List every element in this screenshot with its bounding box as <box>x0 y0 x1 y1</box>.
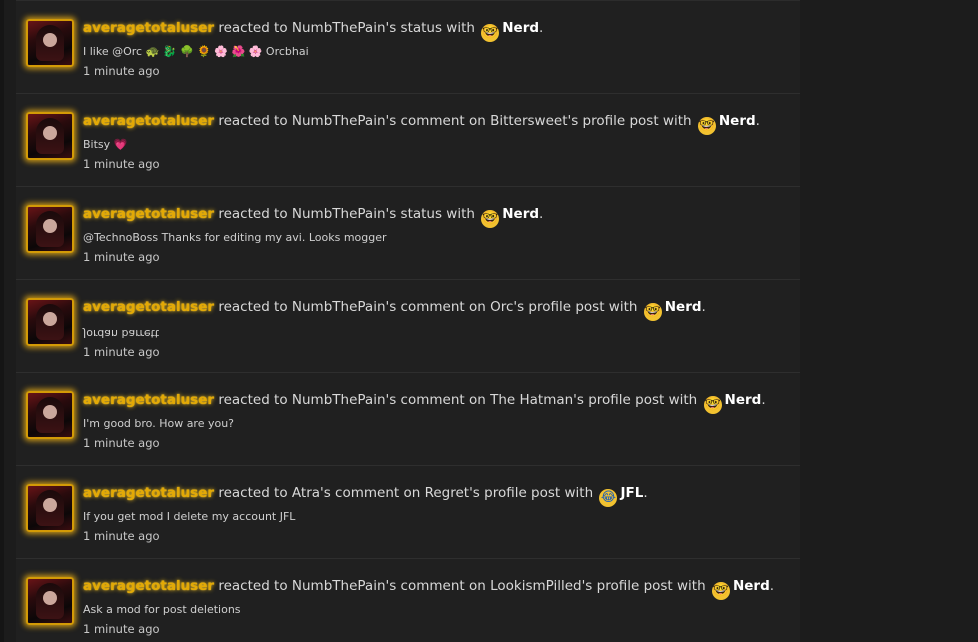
content-snippet[interactable]: I'm good bro. How are you? <box>83 416 790 432</box>
reaction-name: Nerd <box>732 578 770 594</box>
alert-description: reacted to Atra's comment on Regret's pr… <box>218 485 594 501</box>
nerd-face-icon: 🤓 <box>481 24 500 42</box>
username-link[interactable]: averagetotaluser <box>83 299 214 315</box>
reaction-name: Nerd <box>502 206 540 222</box>
username-link[interactable]: averagetotaluser <box>83 392 214 408</box>
content-snippet[interactable]: @TechnoBoss Thanks for editing my avi. L… <box>83 230 790 246</box>
username-link[interactable]: averagetotaluser <box>83 485 214 501</box>
reaction-name: Nerd <box>664 299 702 315</box>
alert-description: reacted to NumbThePain's comment on Orc'… <box>218 299 638 315</box>
alert-text: averagetotaluser reacted to NumbThePain'… <box>83 20 544 42</box>
timestamp[interactable]: 1 minute ago <box>83 249 790 265</box>
timestamp[interactable]: 1 minute ago <box>83 621 790 637</box>
reaction-name: Nerd <box>724 392 762 408</box>
nerd-face-icon: 🤓 <box>643 303 662 321</box>
content-snippet[interactable]: I like @Orc 🐢 🐉 🌳 🌻 🌸 🌺 🌸 Orcbhai <box>83 44 790 60</box>
alert-description: reacted to NumbThePain's status with <box>218 20 475 36</box>
alert-item[interactable]: averagetotaluser reacted to NumbThePain'… <box>16 94 800 187</box>
timestamp[interactable]: 1 minute ago <box>83 63 790 79</box>
username-link[interactable]: averagetotaluser <box>83 113 214 129</box>
timestamp[interactable]: 1 minute ago <box>83 528 790 544</box>
avatar[interactable] <box>26 577 74 625</box>
alert-description: reacted to NumbThePain's status with <box>218 206 475 222</box>
content-snippet[interactable]: Bitsy 💗 <box>83 137 790 153</box>
nerd-face-icon: 🤓 <box>697 117 716 135</box>
alert-item[interactable]: averagetotaluser reacted to Atra's comme… <box>16 466 800 559</box>
alert-item[interactable]: averagetotaluser reacted to NumbThePain'… <box>16 1 800 94</box>
avatar[interactable] <box>26 112 74 160</box>
username-link[interactable]: averagetotaluser <box>83 20 214 36</box>
page: averagetotaluser reacted to NumbThePain'… <box>0 0 978 642</box>
nerd-face-icon: 🤓 <box>481 210 500 228</box>
alert-text: averagetotaluser reacted to Atra's comme… <box>83 485 648 507</box>
username-link[interactable]: averagetotaluser <box>83 206 214 222</box>
avatar[interactable] <box>26 298 74 346</box>
content-snippet[interactable]: Ask a mod for post deletions <box>83 602 790 618</box>
alert-text: averagetotaluser reacted to NumbThePain'… <box>83 206 544 228</box>
laughing-crying-face-icon: 😂 <box>599 489 618 507</box>
timestamp[interactable]: 1 minute ago <box>83 435 790 451</box>
alert-text: averagetotaluser reacted to NumbThePain'… <box>83 578 775 600</box>
username-link[interactable]: averagetotaluser <box>83 578 214 594</box>
content-snippet[interactable]: If you get mod I delete my account JFL <box>83 509 790 525</box>
reaction-name: Nerd <box>718 113 756 129</box>
avatar[interactable] <box>26 19 74 67</box>
alert-item[interactable]: averagetotaluser reacted to NumbThePain'… <box>16 373 800 466</box>
timestamp[interactable]: 1 minute ago <box>83 156 790 172</box>
alert-item[interactable]: averagetotaluser reacted to NumbThePain'… <box>16 559 800 642</box>
alert-text: averagetotaluser reacted to NumbThePain'… <box>83 299 706 321</box>
alert-description: reacted to NumbThePain's comment on Look… <box>218 578 706 594</box>
nerd-face-icon: 🤓 <box>711 582 730 600</box>
left-rail <box>0 0 4 642</box>
alert-description: reacted to NumbThePain's comment on The … <box>218 392 698 408</box>
alert-item[interactable]: averagetotaluser reacted to NumbThePain'… <box>16 187 800 280</box>
avatar[interactable] <box>26 484 74 532</box>
avatar[interactable] <box>26 391 74 439</box>
avatar[interactable] <box>26 205 74 253</box>
alerts-feed: averagetotaluser reacted to NumbThePain'… <box>16 0 800 642</box>
alert-text: averagetotaluser reacted to NumbThePain'… <box>83 113 760 135</box>
reaction-name: Nerd <box>502 20 540 36</box>
alert-item[interactable]: averagetotaluser reacted to NumbThePain'… <box>16 280 800 373</box>
alert-text: averagetotaluser reacted to NumbThePain'… <box>83 392 766 414</box>
right-pane <box>800 0 978 642</box>
alert-description: reacted to NumbThePain's comment on Bitt… <box>218 113 692 129</box>
content-snippet[interactable]: Jordan barrett <box>83 325 159 341</box>
timestamp[interactable]: 1 minute ago <box>83 344 790 360</box>
reaction-name: JFL <box>620 485 644 501</box>
nerd-face-icon: 🤓 <box>703 396 722 414</box>
